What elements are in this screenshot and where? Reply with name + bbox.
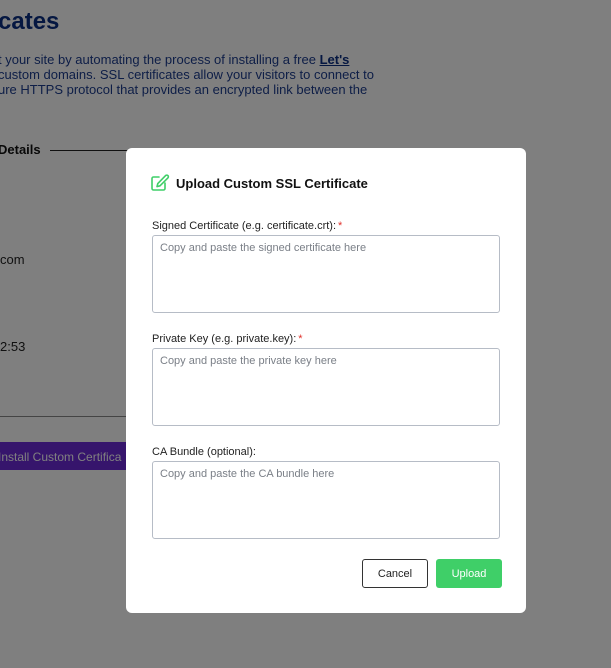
signed-certificate-field: Signed Certificate (e.g. certificate.crt… <box>152 219 500 313</box>
required-marker: * <box>298 333 303 345</box>
cancel-button[interactable]: Cancel <box>362 559 428 588</box>
ca-bundle-label: CA Bundle (optional): <box>152 446 256 458</box>
ca-bundle-field: CA Bundle (optional): <box>152 445 500 539</box>
signed-certificate-input[interactable] <box>152 235 500 313</box>
ca-bundle-input[interactable] <box>152 461 500 539</box>
signed-certificate-label: Signed Certificate (e.g. certificate.crt… <box>152 220 343 232</box>
private-key-input[interactable] <box>152 348 500 426</box>
required-marker: * <box>338 220 343 232</box>
upload-button[interactable]: Upload <box>436 559 502 588</box>
upload-ssl-modal: Upload Custom SSL Certificate Signed Cer… <box>126 148 526 613</box>
private-key-label: Private Key (e.g. private.key): * <box>152 333 303 345</box>
modal-title: Upload Custom SSL Certificate <box>176 175 368 191</box>
edit-icon <box>150 174 170 192</box>
private-key-field: Private Key (e.g. private.key): * <box>152 332 500 426</box>
modal-header: Upload Custom SSL Certificate <box>150 174 368 192</box>
